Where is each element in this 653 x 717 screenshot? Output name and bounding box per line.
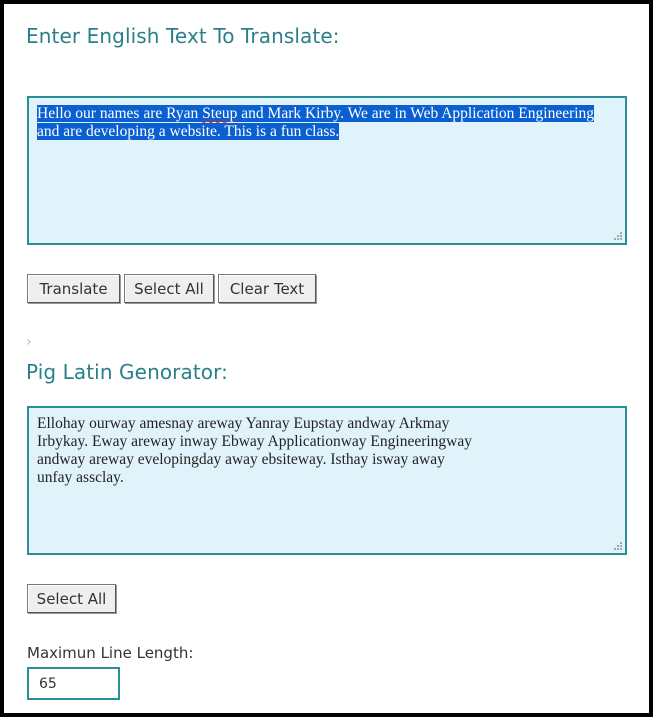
pig-latin-output[interactable]: Ellohay ourway amesnay areway Yanray Eup… bbox=[27, 406, 627, 555]
clear-text-button[interactable]: Clear Text bbox=[218, 274, 316, 303]
chevron-right-icon: › bbox=[26, 334, 32, 350]
line-length-label: Maximun Line Length: bbox=[27, 644, 194, 662]
english-text-seg-2: and Mark Kirby. We are in Web Applicatio… bbox=[237, 105, 595, 122]
english-text-seg-3: and are developing a website. This is a … bbox=[37, 123, 340, 140]
output-heading: Pig Latin Genorator: bbox=[26, 360, 228, 384]
english-text-line-1: Hello our names are Ryan Steup and Mark … bbox=[37, 105, 617, 123]
output-line: Irbykay. Eway areway inway Ebway Applica… bbox=[37, 433, 472, 450]
english-text-input[interactable]: Hello our names are Ryan Steup and Mark … bbox=[27, 96, 627, 245]
translate-button[interactable]: Translate bbox=[27, 274, 120, 303]
english-text-line-2: and are developing a website. This is a … bbox=[37, 123, 617, 141]
select-all-output-button[interactable]: Select All bbox=[27, 584, 116, 613]
input-heading: Enter English Text To Translate: bbox=[26, 24, 340, 48]
misspelled-word: Steup bbox=[202, 105, 238, 122]
resize-grip-icon[interactable] bbox=[612, 540, 622, 550]
select-all-input-button[interactable]: Select All bbox=[124, 274, 214, 303]
output-line: Ellohay ourway amesnay areway Yanray Eup… bbox=[37, 415, 450, 432]
output-line: andway areway evelopingday away ebsitewa… bbox=[37, 451, 445, 468]
resize-grip-icon[interactable] bbox=[612, 230, 622, 240]
english-text-seg-1: Hello our names are Ryan bbox=[37, 105, 203, 122]
output-line: unfay assclay. bbox=[37, 469, 124, 486]
app-frame: Enter English Text To Translate: Hello o… bbox=[0, 0, 653, 717]
line-length-input[interactable]: 65 bbox=[27, 667, 120, 700]
